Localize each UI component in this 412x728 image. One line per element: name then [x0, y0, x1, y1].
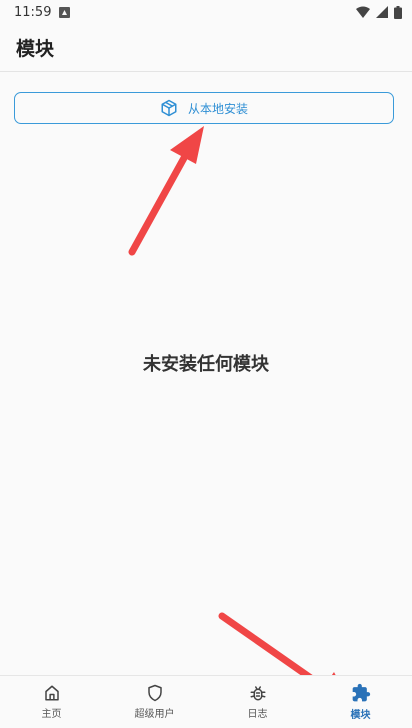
status-bar: 11:59 [0, 0, 412, 24]
nav-item-superuser[interactable]: 超级用户 [103, 676, 206, 728]
shield-icon [147, 684, 162, 702]
signal-icon [376, 6, 388, 18]
bug-icon [250, 686, 265, 701]
nav-item-modules[interactable]: 模块 [309, 676, 412, 728]
empty-state-message: 未安装任何模块 [143, 354, 269, 375]
app-bar: 模块 [0, 24, 412, 72]
nav-label-home: 主页 [41, 709, 62, 720]
nav-item-home[interactable]: 主页 [0, 676, 103, 728]
battery-icon [394, 5, 402, 19]
wifi-icon [356, 6, 370, 18]
nav-item-logs[interactable]: 日志 [206, 676, 309, 728]
puzzle-icon [352, 683, 370, 702]
home-icon [44, 685, 59, 701]
nav-label-superuser: 超级用户 [134, 709, 175, 720]
package-icon [161, 99, 177, 117]
nav-label-modules: 模块 [350, 710, 371, 721]
bottom-navigation: 主页 超级用户 日志 模块 [0, 675, 412, 728]
install-from-storage-button[interactable]: 从本地安装 [14, 92, 394, 124]
notification-icon [59, 6, 71, 18]
install-button-label: 从本地安装 [187, 101, 248, 116]
status-right [356, 5, 402, 19]
page-title: 模块 [16, 38, 55, 60]
nav-label-logs: 日志 [247, 709, 268, 720]
status-left: 11:59 [14, 4, 71, 20]
status-time: 11:59 [14, 4, 52, 20]
